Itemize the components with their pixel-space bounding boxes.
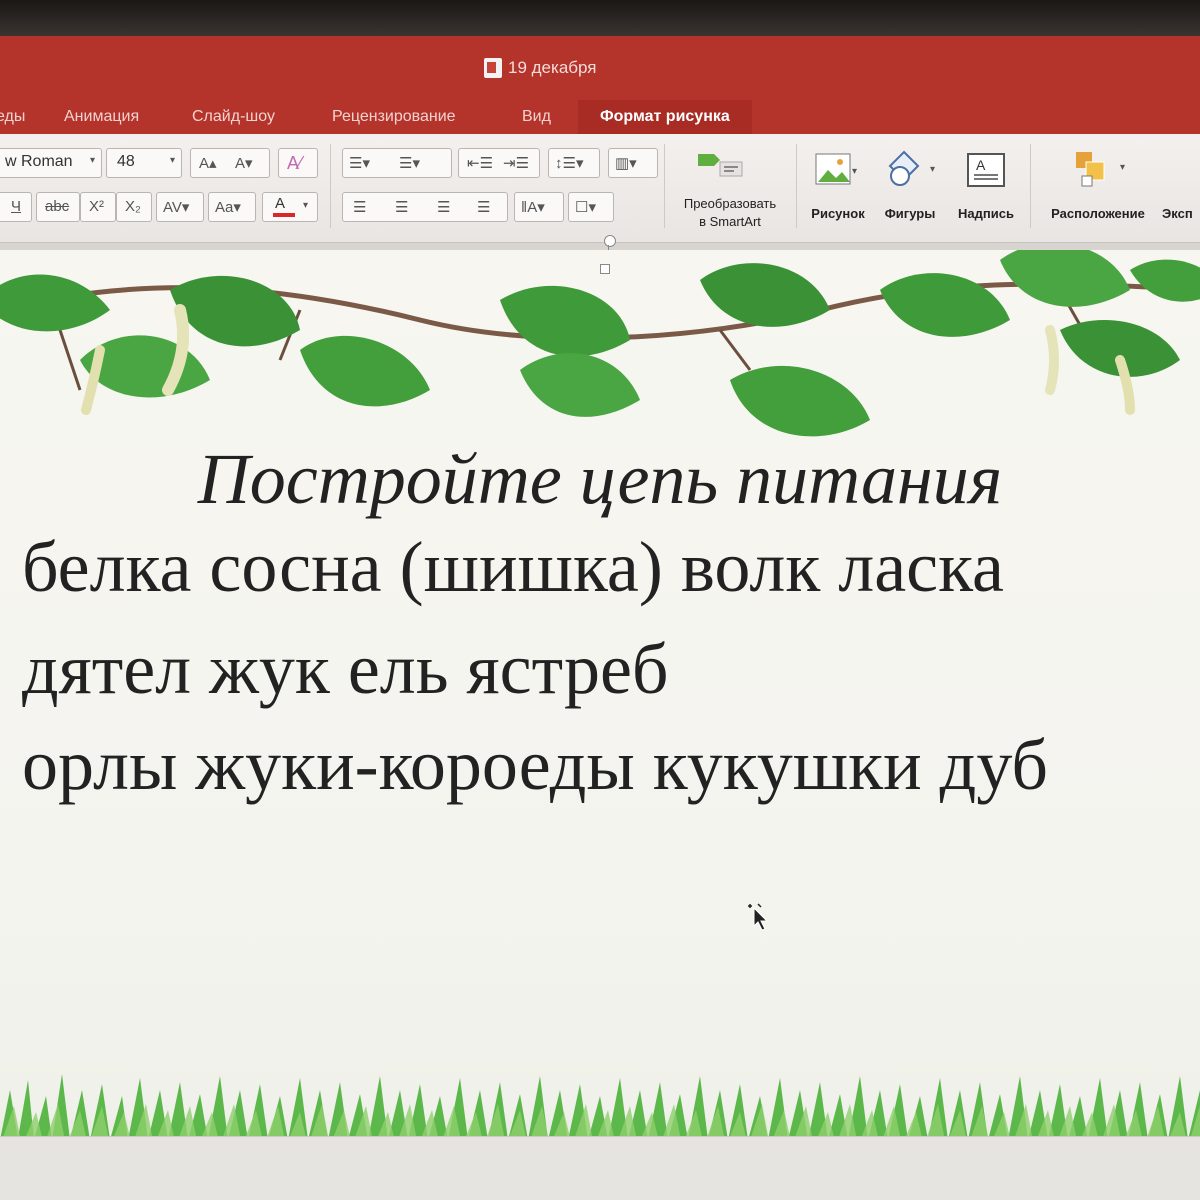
ribbon-tabs: еды Анимация Слайд-шоу Рецензирование Ви…: [0, 100, 1200, 134]
columns-icon: ▥▾: [615, 155, 637, 172]
ribbon-separator: [796, 144, 797, 228]
insert-picture-button[interactable]: ▾ Рисунок: [802, 142, 874, 238]
decrease-font-icon[interactable]: A▾: [235, 154, 253, 172]
indent-group: ⇤☰ ⇥☰: [458, 148, 540, 178]
svg-text:▾: ▾: [930, 164, 935, 175]
svg-text:▾: ▾: [852, 166, 857, 177]
ribbon-separator: [330, 144, 331, 228]
slide[interactable]: Постройте цепь питания белка сосна (шишк…: [0, 250, 1200, 1170]
powerpoint-file-icon: [484, 58, 502, 78]
change-case-icon: Aa▾: [215, 199, 241, 216]
clear-format-button[interactable]: A⁄: [278, 148, 318, 178]
monitor-bezel: [0, 0, 1200, 36]
tab-view[interactable]: Вид: [522, 108, 551, 126]
export-button[interactable]: Эксп: [1160, 142, 1200, 238]
svg-text:A: A: [976, 157, 986, 173]
birch-leaves-decoration: [0, 250, 1200, 437]
line-spacing-icon: ↕☰▾: [555, 155, 584, 172]
title-bar: 19 декабря: [0, 36, 1200, 100]
textbox-label: Надпись: [958, 206, 1014, 221]
subscript-icon: X₂: [125, 198, 141, 215]
tab-animation[interactable]: Анимация: [64, 108, 139, 126]
superscript-icon: X²: [89, 198, 104, 215]
character-spacing-icon: AV▾: [163, 199, 190, 216]
columns-button[interactable]: ▥▾: [608, 148, 658, 178]
line-spacing-button[interactable]: ↕☰▾: [548, 148, 600, 178]
align-right-icon[interactable]: ☰: [437, 198, 450, 216]
selection-handle-top[interactable]: [600, 264, 610, 274]
smartart-label-line2: в SmartArt: [699, 214, 761, 229]
svg-text:▾: ▾: [1120, 162, 1125, 173]
chevron-down-icon: ▾: [169, 155, 175, 166]
status-bar: [0, 1136, 1200, 1200]
superscript-button[interactable]: X²: [80, 192, 116, 222]
rotation-handle[interactable]: [604, 235, 616, 247]
shapes-button[interactable]: ▾ Фигуры: [874, 142, 946, 238]
arrange-label: Расположение: [1051, 206, 1145, 221]
numbered-list-icon[interactable]: ☰▾: [399, 154, 420, 172]
font-color-swatch: [273, 213, 295, 217]
ribbon-separator: [1030, 144, 1031, 228]
decrease-indent-icon[interactable]: ⇤☰: [467, 154, 493, 172]
export-label: Эксп: [1162, 206, 1193, 221]
tab-picture-format[interactable]: Формат рисунка: [578, 100, 752, 134]
text-direction-button[interactable]: ‖A▾: [514, 192, 564, 222]
font-color-button[interactable]: A ▾: [262, 192, 318, 222]
alignment-group: ☰ ☰ ☰ ☰: [342, 192, 508, 222]
picture-icon: ▾: [815, 153, 857, 185]
strikethrough-icon: abc: [45, 198, 70, 215]
slide-text-line-3[interactable]: орлы жуки-короеды кукушки дуб: [22, 724, 1048, 807]
strikethrough-button[interactable]: abc: [36, 192, 80, 222]
tab-transitions[interactable]: еды: [0, 108, 25, 126]
change-case-button[interactable]: Aa▾: [208, 192, 256, 222]
align-left-icon[interactable]: ☰: [353, 198, 366, 216]
tab-slideshow[interactable]: Слайд-шоу: [192, 108, 275, 126]
text-direction-icon: ‖A▾: [521, 199, 545, 216]
slide-text-line-1[interactable]: белка сосна (шишка) волк ласка: [22, 526, 1004, 609]
increase-indent-icon[interactable]: ⇥☰: [503, 154, 529, 172]
subscript-button[interactable]: X₂: [116, 192, 152, 222]
justify-icon[interactable]: ☰: [477, 198, 490, 216]
slide-text-line-2[interactable]: дятел жук ель ястреб: [22, 628, 669, 711]
shapes-icon: ▾: [888, 150, 935, 186]
textbox-button[interactable]: A Надпись: [948, 142, 1024, 238]
chevron-down-icon: ▾: [89, 155, 95, 166]
chevron-down-icon: ▾: [303, 200, 309, 211]
increase-font-icon[interactable]: A▴: [199, 154, 217, 172]
font-size-value: 48: [117, 153, 135, 170]
screen: 19 декабря еды Анимация Слайд-шоу Реценз…: [0, 0, 1200, 1200]
font-color-icon: A: [275, 195, 286, 212]
clear-format-icon: A⁄: [287, 153, 303, 173]
shapes-label: Фигуры: [884, 206, 936, 221]
underline-button[interactable]: Ч: [0, 192, 32, 222]
slide-title[interactable]: Постройте цепь питания: [0, 438, 1200, 521]
ribbon-toolbar: w Roman ▾ 48 ▾ A▴ A▾ A⁄ Ч abc X² X₂ AV▾: [0, 134, 1200, 243]
align-text-icon: ☐▾: [575, 199, 596, 216]
smartart-label-line1: Преобразовать: [683, 196, 777, 211]
font-size-select[interactable]: 48 ▾: [106, 148, 182, 178]
textbox-icon: A: [967, 153, 1005, 187]
list-group: ☰▾ ☰▾: [342, 148, 452, 178]
picture-label: Рисунок: [811, 206, 865, 221]
font-name-select[interactable]: w Roman ▾: [0, 148, 102, 178]
arrange-button[interactable]: ▾ Расположение: [1036, 142, 1160, 238]
document-title-text: 19 декабря: [508, 58, 597, 77]
underline-icon: Ч: [11, 198, 21, 215]
convert-smartart-button[interactable]: Преобразовать в SmartArt: [664, 142, 796, 238]
font-name-value: w Roman: [5, 153, 73, 170]
character-spacing-button[interactable]: AV▾: [156, 192, 204, 222]
font-size-step-group: A▴ A▾: [190, 148, 270, 178]
smartart-icon: [698, 154, 743, 177]
tab-review[interactable]: Рецензирование: [332, 108, 456, 126]
align-text-button[interactable]: ☐▾: [568, 192, 614, 222]
document-title: 19 декабря: [484, 58, 596, 78]
arrange-icon: ▾: [1076, 152, 1125, 187]
bulleted-list-icon[interactable]: ☰▾: [349, 154, 370, 172]
align-center-icon[interactable]: ☰: [395, 198, 408, 216]
mouse-pointer-icon: [748, 903, 769, 931]
